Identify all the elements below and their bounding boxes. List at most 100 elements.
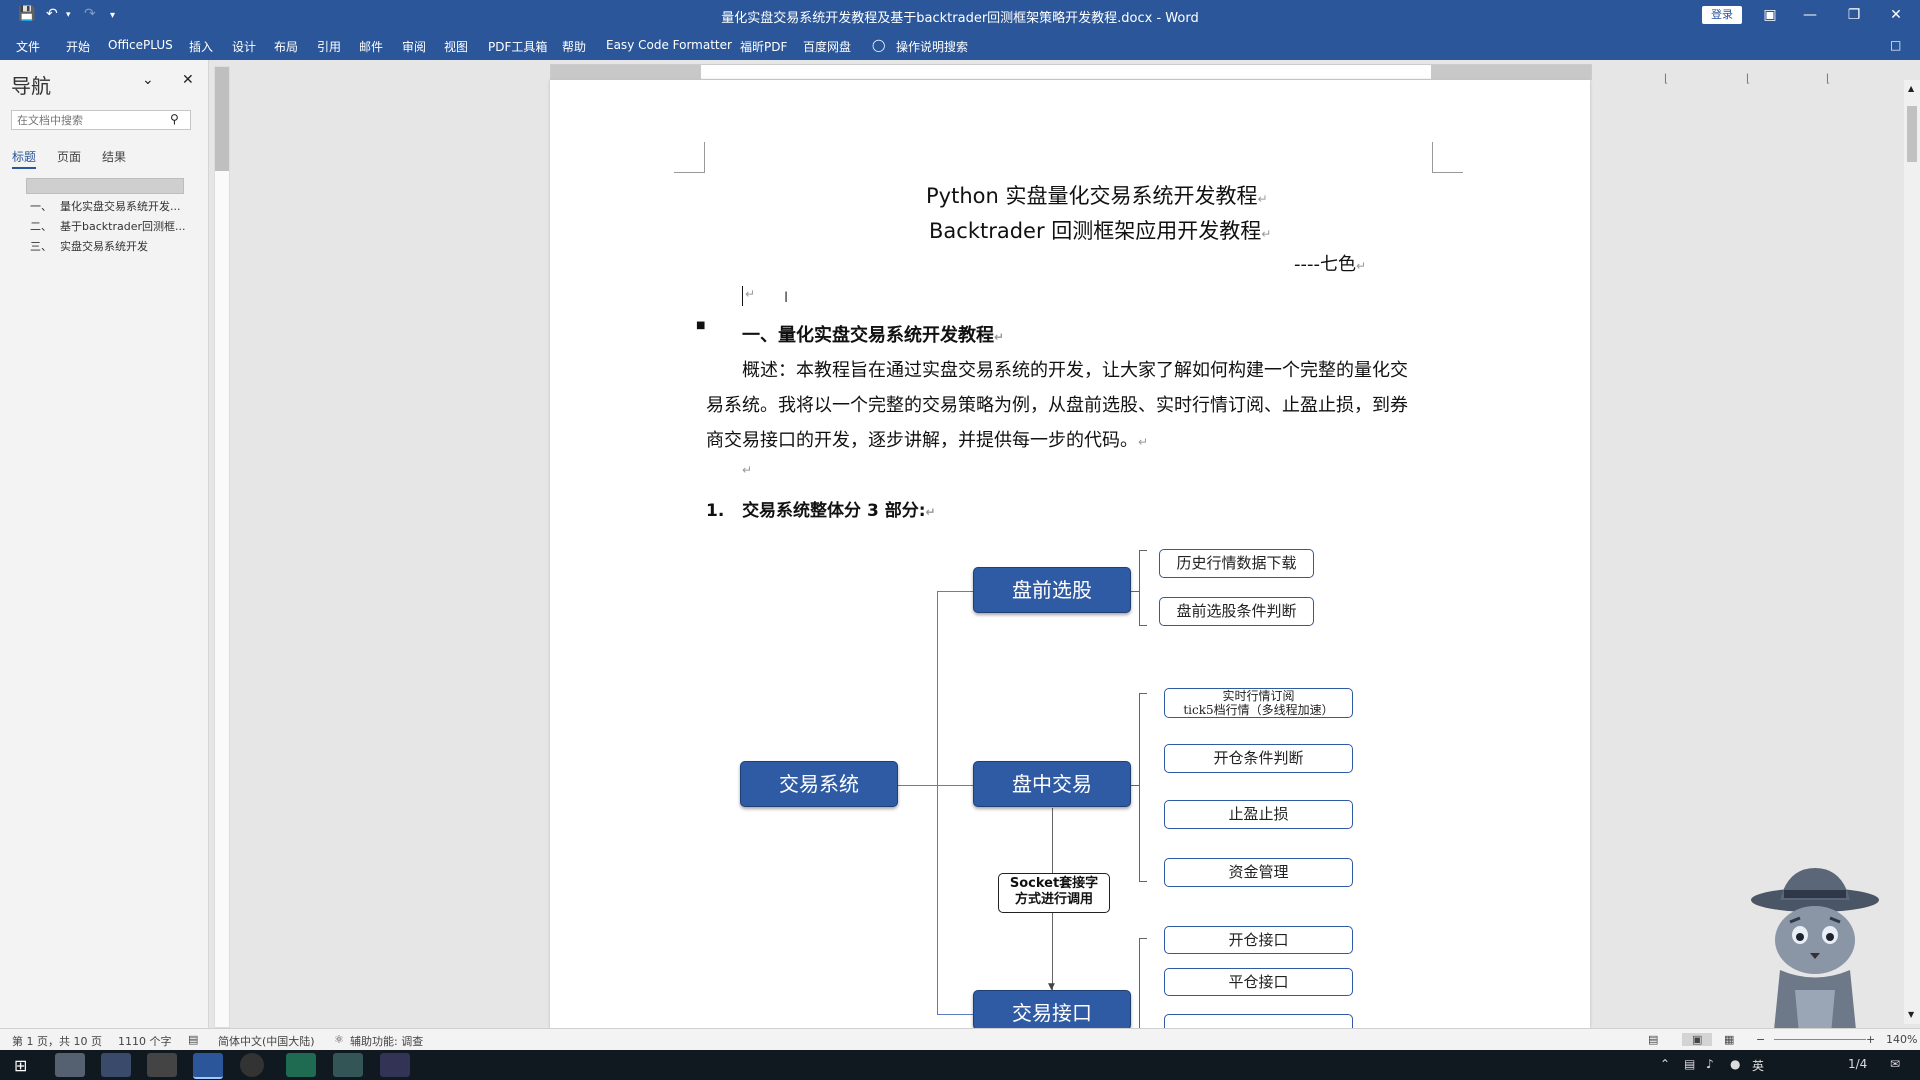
crop-mark <box>1432 142 1463 173</box>
leaf-open-condition[interactable]: 开仓条件判断 <box>1164 744 1353 773</box>
tab-layout[interactable]: 布局 <box>274 38 298 55</box>
leaf-realtime-quotes[interactable]: 实时行情订阅 tick5档行情（多线程加速） <box>1164 688 1353 718</box>
crop-mark <box>674 142 705 173</box>
overview-line: 商交易接口的开发，逐步讲解，并提供每一步的代码。↵ <box>706 430 1149 451</box>
app-icon[interactable] <box>147 1053 177 1077</box>
word-taskbar-icon[interactable] <box>193 1053 223 1079</box>
nav-heading-item[interactable]: 二、 基于backtrader回测框... <box>30 218 185 234</box>
nav-selected-heading[interactable] <box>26 178 184 194</box>
restore-icon[interactable]: ❐ <box>1836 4 1872 26</box>
volume-icon[interactable]: ♪ <box>1706 1057 1714 1071</box>
tab-baidu-netdisk[interactable]: 百度网盘 <box>803 38 851 55</box>
leaf-capital-management[interactable]: 资金管理 <box>1164 858 1353 887</box>
leaf-history-download[interactable]: 历史行情数据下载 <box>1159 549 1314 578</box>
pycharm-icon[interactable] <box>286 1053 316 1077</box>
connector-line <box>896 785 937 786</box>
vertical-ruler[interactable] <box>214 66 230 1028</box>
tab-review[interactable]: 审阅 <box>402 38 426 55</box>
microphone-icon[interactable]: ● <box>1730 1057 1740 1071</box>
zoom-in-icon[interactable]: + <box>1866 1033 1875 1046</box>
close-icon[interactable]: ✕ <box>1878 4 1914 26</box>
minimize-icon[interactable]: — <box>1792 4 1828 26</box>
language-status[interactable]: 简体中文(中国大陆) <box>218 1033 315 1049</box>
leaf-stock-selection[interactable]: 盘前选股条件判断 <box>1159 597 1314 626</box>
zoom-slider[interactable] <box>1774 1039 1866 1040</box>
tab-file[interactable]: 文件 <box>16 38 40 55</box>
scroll-up-icon[interactable]: ▲ <box>1908 84 1914 93</box>
tab-pdf-toolbox[interactable]: PDF工具箱 <box>488 38 547 55</box>
tab-headings[interactable]: 标题 <box>12 148 37 169</box>
proofing-icon[interactable]: ▤ <box>188 1033 198 1046</box>
windows-start-icon[interactable]: ⊞ <box>14 1056 27 1075</box>
browser-icon[interactable] <box>333 1053 363 1077</box>
nav-heading-number: 三、 <box>30 240 52 253</box>
socket-call-box[interactable]: Socket套接字 方式进行调用 <box>998 873 1110 913</box>
accessibility-status[interactable]: 辅助功能: 调查 <box>350 1033 423 1049</box>
tab-references[interactable]: 引用 <box>317 38 341 55</box>
scroll-thumb[interactable] <box>1907 106 1917 162</box>
zoom-level[interactable]: 140% <box>1886 1033 1917 1046</box>
tab-view[interactable]: 视图 <box>444 38 468 55</box>
navigation-pane: 导航 ⌄ ✕ ⚲ 标题 页面 结果 一、量化实盘交易系统开发... 二、基于ba… <box>0 60 209 1028</box>
tab-easy-code-formatter[interactable]: Easy Code Formatter <box>606 38 732 52</box>
node-trading-system[interactable]: 交易系统 <box>740 761 898 807</box>
file-explorer-icon[interactable] <box>55 1053 85 1077</box>
nav-search-input[interactable] <box>11 110 191 130</box>
section-heading: 一、量化实盘交易系统开发教程↵ <box>742 325 1005 346</box>
read-mode-icon[interactable]: ▤ <box>1648 1033 1658 1046</box>
app-icon[interactable] <box>240 1053 264 1077</box>
search-icon[interactable]: ⚲ <box>170 112 179 126</box>
document-page[interactable]: Python 实盘量化交易系统开发教程↵ Backtrader 回测框架应用开发… <box>550 80 1590 1030</box>
leaf-open-api[interactable]: 开仓接口 <box>1164 926 1353 954</box>
scroll-down-icon[interactable]: ▼ <box>1908 1010 1914 1019</box>
tab-pages[interactable]: 页面 <box>57 148 81 165</box>
leaf-stop-loss[interactable]: 止盈止损 <box>1164 800 1353 829</box>
tab-home[interactable]: 开始 <box>66 38 90 55</box>
print-layout-icon[interactable]: ▣ <box>1682 1033 1713 1046</box>
page-count[interactable]: 第 1 页，共 10 页 <box>12 1033 102 1049</box>
vertical-scrollbar[interactable]: ▲ ▼ <box>1904 80 1920 1024</box>
node-pre-market[interactable]: 盘前选股 <box>973 567 1131 613</box>
tab-results[interactable]: 结果 <box>102 148 126 165</box>
ribbon-display-options-icon[interactable]: ▣ <box>1752 4 1788 26</box>
tab-insert[interactable]: 插入 <box>189 38 213 55</box>
tab-officeplus[interactable]: OfficePLUS <box>108 38 173 52</box>
tray-chevron-icon[interactable]: ⌃ <box>1660 1057 1670 1071</box>
page-counter: 1/4 <box>1848 1057 1868 1071</box>
comments-icon[interactable]: □ <box>1890 38 1901 52</box>
tab-foxit-pdf[interactable]: 福昕PDF <box>740 38 787 55</box>
word-count[interactable]: 1110 个字 <box>118 1033 172 1049</box>
leaf-line: tick5档行情（多线程加速） <box>1183 703 1334 717</box>
text-cursor-line: ↵ <box>742 286 755 306</box>
chevron-down-icon[interactable]: ⌄ <box>142 72 154 88</box>
nav-heading-item[interactable]: 三、 实盘交易系统开发 <box>30 238 148 254</box>
network-icon[interactable]: ▤ <box>1684 1057 1695 1071</box>
node-intraday[interactable]: 盘中交易 <box>973 761 1131 807</box>
login-button[interactable]: 登录 <box>1702 6 1742 24</box>
leaf-line: 实时行情订阅 <box>1222 689 1295 703</box>
nav-heading-label: 量化实盘交易系统开发... <box>60 200 181 213</box>
zoom-out-icon[interactable]: − <box>1756 1033 1765 1046</box>
ime-indicator[interactable]: 英 <box>1752 1057 1764 1074</box>
app-icon[interactable] <box>101 1053 131 1077</box>
horizontal-ruler[interactable] <box>550 64 1592 80</box>
tell-me-search[interactable]: 操作说明搜索 <box>896 38 968 55</box>
bracket-line <box>1139 938 1147 939</box>
accessibility-icon: ⚛ <box>334 1033 344 1046</box>
tab-design[interactable]: 设计 <box>232 38 256 55</box>
node-broker-api[interactable]: 交易接口 <box>973 990 1131 1030</box>
doc-author: ----七色↵ <box>1294 254 1367 275</box>
close-pane-icon[interactable]: ✕ <box>182 72 194 88</box>
bracket-line <box>1139 550 1147 551</box>
overview-line: 概述：本教程旨在通过实盘交易系统的开发，让大家了解如何构建一个完整的量化交 <box>742 360 1408 381</box>
tab-mailings[interactable]: 邮件 <box>359 38 383 55</box>
tab-help[interactable]: 帮助 <box>562 38 586 55</box>
nav-heading-label: 基于backtrader回测框... <box>60 220 186 233</box>
leaf-close-api[interactable]: 平仓接口 <box>1164 968 1353 996</box>
nav-heading-number: 一、 <box>30 200 52 213</box>
nav-heading-item[interactable]: 一、 量化实盘交易系统开发... <box>30 198 181 214</box>
web-layout-icon[interactable]: ▦ <box>1724 1033 1734 1046</box>
bracket-line <box>1139 693 1140 881</box>
app-icon[interactable] <box>380 1053 410 1077</box>
notification-icon[interactable]: ✉ <box>1890 1057 1900 1071</box>
